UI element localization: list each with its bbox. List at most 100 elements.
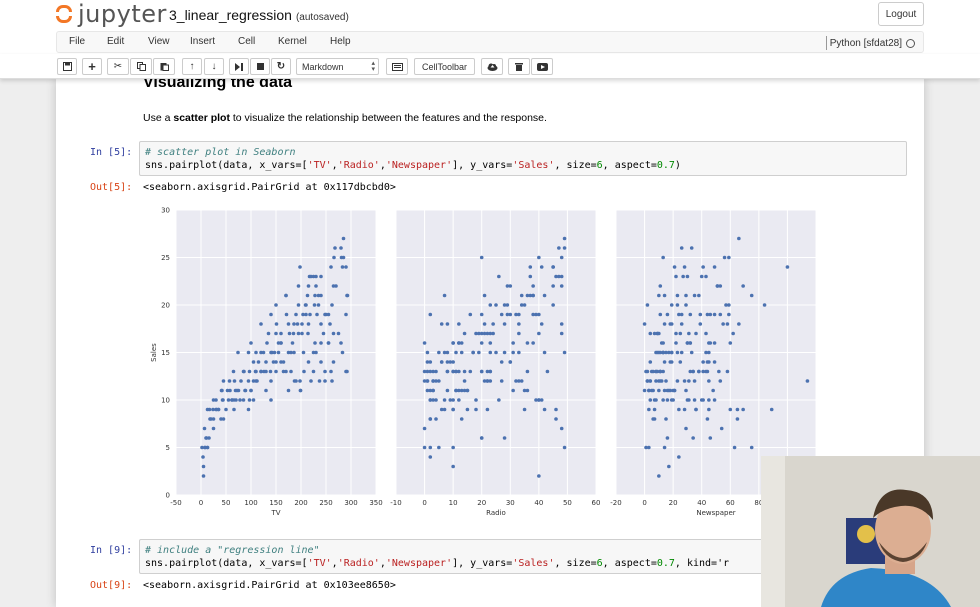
- data-point: [281, 360, 286, 364]
- data-point: [341, 236, 346, 241]
- x-tick-label: 200: [294, 499, 307, 507]
- command-palette-button[interactable]: [386, 58, 408, 75]
- data-point: [517, 350, 521, 355]
- move-down-button[interactable]: ↓: [204, 58, 224, 75]
- paste-button[interactable]: [153, 58, 175, 75]
- data-point: [268, 369, 273, 374]
- menu-file[interactable]: File: [69, 36, 85, 47]
- data-point: [439, 322, 444, 326]
- data-point: [289, 369, 293, 374]
- copy-button[interactable]: [130, 58, 152, 75]
- data-point: [422, 341, 427, 345]
- data-point: [266, 331, 271, 336]
- menu-view[interactable]: View: [148, 36, 170, 47]
- data-point: [647, 407, 651, 412]
- data-point: [701, 265, 705, 269]
- select-arrows-icon: ▴ ▾: [371, 60, 375, 73]
- data-point: [657, 474, 661, 478]
- data-point: [735, 417, 740, 421]
- data-point: [647, 388, 651, 393]
- cell-type-select[interactable]: Markdown ▴ ▾: [296, 58, 379, 75]
- jupyter-logo[interactable]: jupyter: [56, 0, 167, 28]
- upload-button[interactable]: [481, 58, 503, 75]
- interrupt-button[interactable]: [250, 58, 270, 75]
- trash-icon: [515, 63, 523, 71]
- section-heading: Visualizing the data: [143, 79, 293, 91]
- data-point: [704, 274, 708, 279]
- data-point: [712, 312, 717, 317]
- x-tick-label: -50: [170, 499, 181, 507]
- data-point: [672, 265, 677, 269]
- data-point: [519, 293, 524, 298]
- run-cell-button[interactable]: [229, 58, 249, 75]
- celltoolbar-button[interactable]: CellToolbar: [414, 58, 475, 75]
- notebook-title[interactable]: 3_linear_regression: [169, 7, 292, 23]
- cut-button[interactable]: ✂: [107, 58, 129, 75]
- data-point: [728, 407, 733, 412]
- plus-icon: +: [88, 58, 96, 74]
- data-point: [675, 293, 680, 298]
- save-button[interactable]: [57, 58, 77, 75]
- data-point: [341, 255, 346, 260]
- data-point: [562, 246, 567, 250]
- menu-insert[interactable]: Insert: [190, 36, 215, 47]
- data-point: [707, 398, 711, 402]
- data-point: [727, 255, 731, 260]
- data-point: [682, 265, 687, 269]
- data-point: [316, 303, 321, 307]
- data-point: [667, 464, 671, 469]
- data-point: [488, 303, 493, 307]
- x-tick-label: 50: [222, 499, 231, 507]
- data-point: [219, 417, 223, 421]
- y-tick-label: 15: [161, 349, 170, 357]
- data-point: [531, 341, 535, 345]
- restart-button[interactable]: ↻: [271, 58, 291, 75]
- data-point: [669, 322, 674, 326]
- menu-kernel[interactable]: Kernel: [278, 36, 307, 47]
- data-point: [721, 322, 725, 326]
- code-cell-5[interactable]: # scatter plot in Seaborn sns.pairplot(d…: [139, 141, 907, 176]
- data-point: [671, 398, 675, 402]
- data-point: [314, 350, 318, 355]
- x-axis-label: TV: [270, 509, 280, 517]
- data-point: [707, 379, 711, 383]
- move-up-button[interactable]: ↑: [182, 58, 202, 75]
- data-point: [511, 341, 515, 345]
- markdown-text: Use a scatter plot to visualize the rela…: [143, 112, 547, 124]
- data-point: [482, 331, 487, 336]
- data-point: [300, 322, 304, 326]
- data-point: [678, 360, 683, 364]
- x-tick-label: 250: [319, 499, 332, 507]
- data-point: [239, 379, 243, 383]
- delete-button[interactable]: [508, 58, 530, 75]
- data-point: [497, 398, 501, 402]
- data-point: [330, 379, 334, 383]
- data-point: [315, 312, 319, 317]
- data-point: [741, 284, 745, 288]
- menu-cell[interactable]: Cell: [238, 36, 255, 47]
- y-tick-label: 20: [161, 302, 170, 310]
- menu-edit[interactable]: Edit: [107, 36, 124, 47]
- data-point: [662, 388, 667, 393]
- data-point: [459, 350, 464, 355]
- intro-pre: Use a: [143, 112, 174, 124]
- data-point: [679, 322, 684, 326]
- data-point: [209, 417, 213, 421]
- data-point: [708, 341, 713, 345]
- data-point: [340, 265, 345, 269]
- header: jupyter 3_linear_regression (autosaved) L…: [0, 0, 980, 31]
- data-point: [502, 350, 507, 355]
- menu-help[interactable]: Help: [330, 36, 351, 47]
- data-point: [422, 445, 427, 450]
- insert-cell-button[interactable]: +: [82, 58, 102, 75]
- present-button[interactable]: [531, 58, 553, 75]
- data-point: [557, 246, 561, 250]
- data-point: [292, 322, 296, 326]
- data-point: [428, 388, 433, 393]
- data-point: [652, 407, 657, 412]
- data-point: [437, 445, 441, 450]
- notebook-name[interactable]: 3_linear_regression (autosaved): [169, 7, 349, 23]
- data-point: [669, 350, 674, 355]
- logout-button[interactable]: Logout: [878, 2, 924, 26]
- data-point: [291, 331, 296, 336]
